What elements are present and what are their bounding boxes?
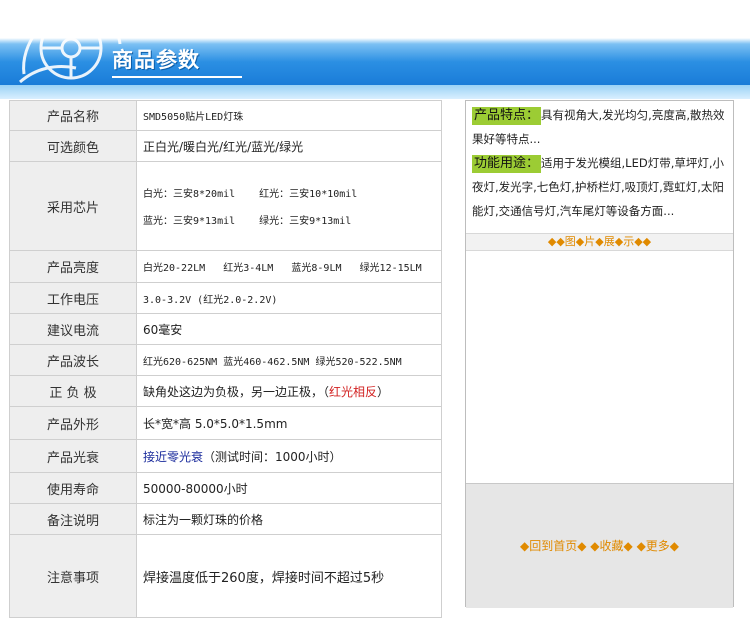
chip-white: 白光：三安8*20mil bbox=[143, 189, 236, 200]
polarity-text: 缺角处这边为负极，另一边正极，（ bbox=[143, 384, 330, 399]
spec-value: 50000-80000小时 bbox=[136, 472, 442, 504]
spec-value: 标注为一颗灯珠的价格 bbox=[136, 503, 442, 535]
spec-label: 建议电流 bbox=[9, 313, 137, 345]
table-row: 产品亮度 白光20-22LM 红光3-4LM 蓝光8-9LM 绿光12-15LM bbox=[9, 250, 442, 283]
brightness-white: 白光20-22LM bbox=[143, 263, 206, 274]
spec-value: 白光20-22LM 红光3-4LM 蓝光8-9LM 绿光12-15LM bbox=[136, 250, 442, 283]
header-stripe bbox=[0, 85, 750, 99]
spec-label: 备注说明 bbox=[9, 503, 137, 535]
spec-table: 产品名称 SMD5050贴片LED灯珠 可选颜色 正白光/暖白光/红光/蓝光/绿… bbox=[9, 100, 442, 618]
table-row: 建议电流 60毫安 bbox=[9, 313, 442, 345]
table-row: 使用寿命 50000-80000小时 bbox=[9, 472, 442, 504]
spec-value: 缺角处这边为负极，另一边正极，（红光相反） bbox=[136, 375, 442, 407]
gallery-area bbox=[466, 251, 733, 484]
decay-text: （测试时间：1000小时） bbox=[203, 449, 342, 464]
page-title: 商品参数 bbox=[112, 48, 200, 72]
brightness-blue: 蓝光8-9LM bbox=[291, 263, 342, 274]
table-row: 注意事项 焊接温度低于260度，焊接时间不超过5秒 bbox=[9, 534, 442, 618]
features-tag: 产品特点： bbox=[472, 107, 542, 125]
polarity-note: 红光相反 bbox=[329, 384, 378, 399]
table-row: 产品外形 长*宽*高 5.0*5.0*1.5mm bbox=[9, 406, 442, 440]
spec-value: SMD5050贴片LED灯珠 bbox=[136, 100, 442, 131]
table-row: 采用芯片 白光：三安8*20mil 红光：三安10*10mil 蓝光：三安9*1… bbox=[9, 161, 442, 251]
spec-label: 产品名称 bbox=[9, 100, 137, 131]
spec-label: 工作电压 bbox=[9, 282, 137, 314]
table-row: 产品光衰 接近零光衰（测试时间：1000小时） bbox=[9, 439, 442, 473]
spec-label: 产品外形 bbox=[9, 406, 137, 440]
spec-value: 白光：三安8*20mil 红光：三安10*10mil 蓝光：三安9*13mil … bbox=[136, 161, 442, 251]
title-underline bbox=[112, 76, 242, 78]
decay-highlight: 接近零光衰 bbox=[143, 449, 204, 464]
table-row: 可选颜色 正白光/暖白光/红光/蓝光/绿光 bbox=[9, 130, 442, 162]
chip-green: 绿光：三安9*13mil bbox=[259, 216, 352, 227]
table-row: 正 负 极 缺角处这边为负极，另一边正极，（红光相反） bbox=[9, 375, 442, 407]
spec-label: 采用芯片 bbox=[9, 161, 137, 251]
brightness-green: 绿光12-15LM bbox=[359, 263, 422, 274]
chip-red: 红光：三安10*10mil bbox=[259, 189, 358, 200]
spec-label: 产品光衰 bbox=[9, 439, 137, 473]
film-reel-icon bbox=[19, 8, 122, 84]
chip-line: 蓝光：三安9*13mil 绿光：三安9*13mil bbox=[143, 206, 441, 233]
chip-line: 白光：三安8*20mil 红光：三安10*10mil bbox=[143, 179, 441, 206]
table-row: 工作电压 3.0-3.2V (红光2.0-2.2V) bbox=[9, 282, 442, 314]
spec-label: 使用寿命 bbox=[9, 472, 137, 504]
brightness-red: 红光3-4LM bbox=[223, 263, 274, 274]
usage-tag: 功能用途： bbox=[472, 155, 542, 173]
features-block: 产品特点： 具有视角大,发光均匀,亮度高,散热效果好等特点... 功能用途： 适用于… bbox=[466, 101, 733, 231]
polarity-tail: ） bbox=[377, 384, 390, 399]
chip-blue: 蓝光：三安9*13mil bbox=[143, 216, 236, 227]
favorite-link[interactable]: ◆收藏◆ bbox=[590, 539, 632, 553]
more-link[interactable]: ◆更多◆ bbox=[637, 539, 679, 553]
gallery-title: ◆◆图◆片◆展◆示◆◆ bbox=[466, 233, 733, 251]
spec-value: 接近零光衰（测试时间：1000小时） bbox=[136, 439, 442, 473]
nav-links: ◆回到首页◆ ◆收藏◆ ◆更多◆ bbox=[466, 537, 733, 554]
spec-value: 3.0-3.2V (红光2.0-2.2V) bbox=[136, 282, 442, 314]
table-row: 备注说明 标注为一颗灯珠的价格 bbox=[9, 503, 442, 535]
spec-value: 60毫安 bbox=[136, 313, 442, 345]
table-row: 产品波长 红光620-625NM 蓝光460-462.5NM 绿光520-522… bbox=[9, 344, 442, 376]
home-link[interactable]: ◆回到首页◆ bbox=[520, 539, 586, 553]
spec-value: 红光620-625NM 蓝光460-462.5NM 绿光520-522.5NM bbox=[136, 344, 442, 376]
spec-value: 正白光/暖白光/红光/蓝光/绿光 bbox=[136, 130, 442, 162]
table-row: 产品名称 SMD5050贴片LED灯珠 bbox=[9, 100, 442, 131]
spec-label: 注意事项 bbox=[9, 534, 137, 618]
spec-label: 产品波长 bbox=[9, 344, 137, 376]
product-info-panel: 产品特点： 具有视角大,发光均匀,亮度高,散热效果好等特点... 功能用途： 适用于… bbox=[465, 100, 734, 608]
spec-value: 焊接温度低于260度，焊接时间不超过5秒 bbox=[136, 534, 442, 618]
nav-area: ◆回到首页◆ ◆收藏◆ ◆更多◆ bbox=[466, 484, 733, 608]
spec-label: 正 负 极 bbox=[9, 375, 137, 407]
spec-label: 可选颜色 bbox=[9, 130, 137, 162]
spec-value: 长*宽*高 5.0*5.0*1.5mm bbox=[136, 406, 442, 440]
spec-label: 产品亮度 bbox=[9, 250, 137, 283]
